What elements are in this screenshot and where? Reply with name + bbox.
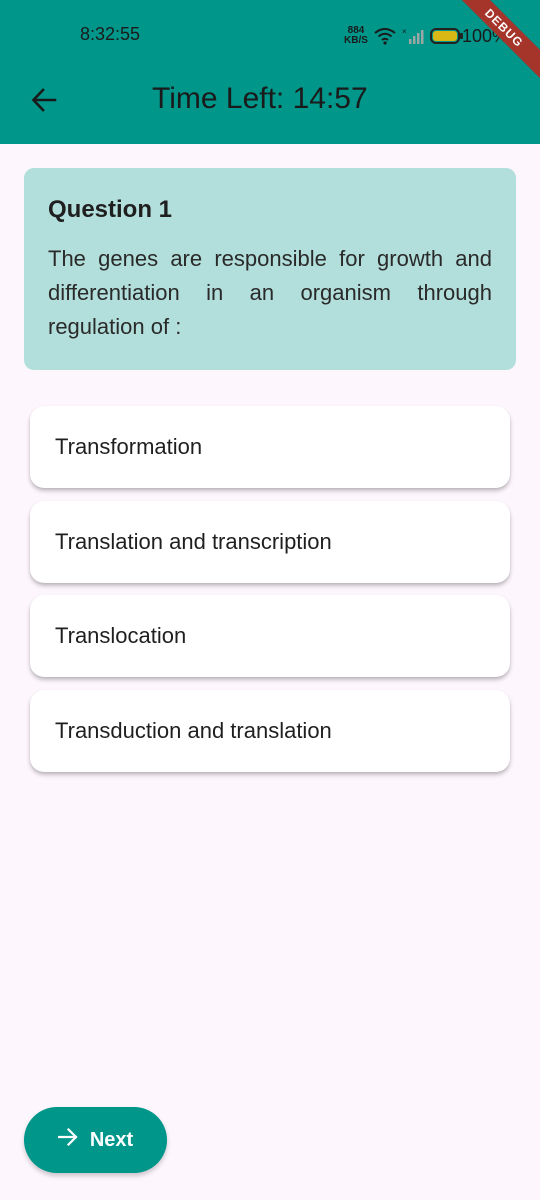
network-speed: 884 KB/S xyxy=(344,26,368,46)
battery-icon xyxy=(429,28,463,44)
question-text: The genes are responsible for growth and… xyxy=(48,246,492,339)
wifi-icon xyxy=(374,27,396,45)
question-title: Question 1 xyxy=(48,196,173,223)
option-item[interactable]: Transduction and translation xyxy=(30,690,510,772)
option-item[interactable]: Transformation xyxy=(30,406,510,488)
option-label: Translation and transcription xyxy=(55,529,332,554)
option-label: Translocation xyxy=(55,623,187,648)
option-label: Transformation xyxy=(55,434,203,459)
arrow-back-icon xyxy=(31,87,57,117)
network-speed-unit: KB/S xyxy=(344,35,368,46)
next-button[interactable]: Next xyxy=(24,1107,167,1173)
status-icons: 884 KB/S × 100% xyxy=(344,22,508,50)
option-item[interactable]: Translocation xyxy=(30,595,510,677)
option-item[interactable]: Translation and transcription xyxy=(30,501,510,583)
page-title: Time Left: 14:57 xyxy=(152,82,368,115)
signal-icon: × xyxy=(402,27,424,45)
svg-text:×: × xyxy=(402,27,407,36)
back-button[interactable] xyxy=(24,82,64,122)
next-button-label: Next xyxy=(89,1128,134,1151)
option-label: Transduction and translation xyxy=(55,718,332,743)
question-card: Question 1 The genes are responsible for… xyxy=(24,168,516,370)
app-bar: 8:32:55 884 KB/S × 100% DEBUG Time Left:… xyxy=(0,0,540,144)
arrow-forward-icon xyxy=(57,1127,78,1153)
status-time: 8:32:55 xyxy=(80,24,141,44)
